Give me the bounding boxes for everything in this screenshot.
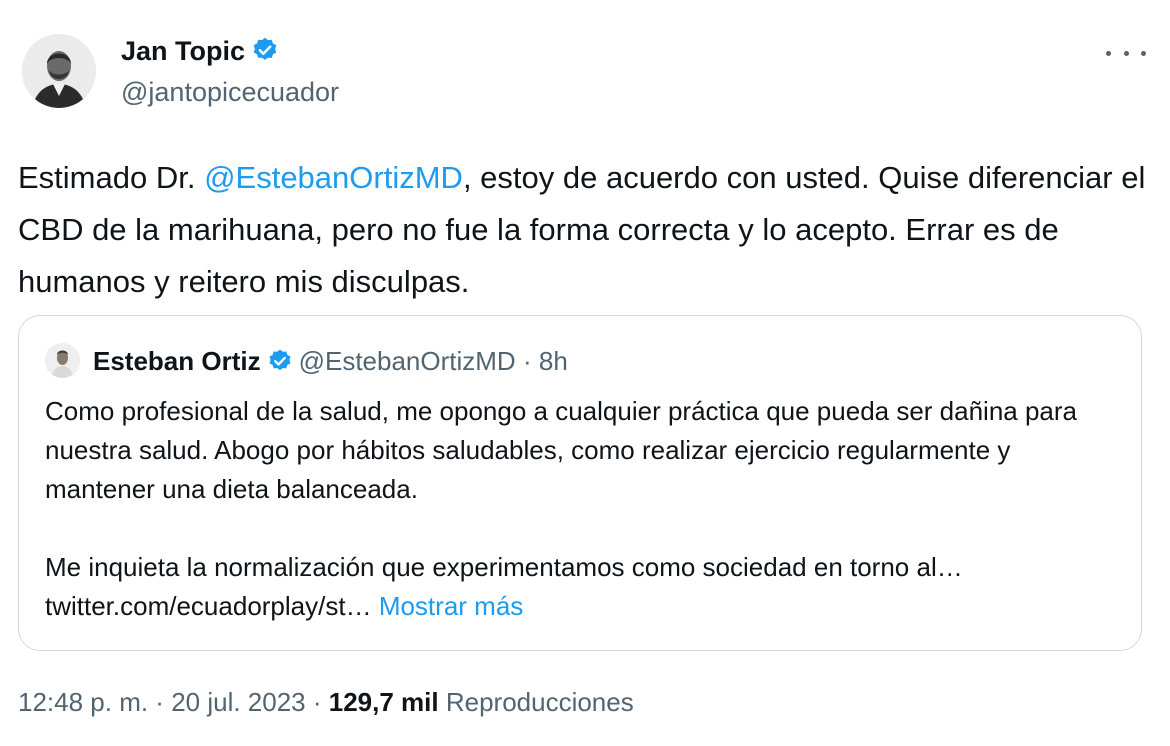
author-handle[interactable]: @jantopicecuador (121, 75, 339, 109)
verified-badge-icon (251, 36, 279, 64)
quote-author-handle[interactable]: @EstebanOrtizMD (299, 346, 516, 376)
quote-paragraph-1: Como profesional de la salud, me opongo … (45, 396, 1078, 504)
views-label: Reproducciones (438, 687, 634, 717)
tweet-date[interactable]: 20 jul. 2023 (171, 687, 305, 717)
quote-author-name[interactable]: Esteban Ortiz (93, 346, 261, 376)
verified-badge-icon (267, 347, 293, 373)
views-count: 129,7 mil (328, 687, 439, 717)
author-avatar[interactable] (22, 34, 96, 108)
quoted-tweet[interactable]: Esteban Ortiz @EstebanOrtizMD · 8h Como p… (18, 315, 1142, 651)
quote-separator: · (522, 346, 532, 376)
tweet-time[interactable]: 12:48 p. m. (18, 687, 148, 717)
quote-paragraph-2-row: Me inquieta la normalización que experim… (45, 548, 1115, 626)
show-more-link[interactable]: Mostrar más (379, 591, 523, 621)
meta-separator-1: · (148, 687, 172, 717)
mention-link[interactable]: @EstebanOrtizMD (204, 160, 463, 195)
quote-avatar[interactable] (45, 343, 80, 378)
quote-header: Esteban Ortiz @EstebanOrtizMD · 8h (93, 343, 568, 379)
tweet-text: Estimado Dr. @EstebanOrtizMD, estoy de a… (18, 152, 1148, 308)
tweet-meta: 12:48 p. m. · 20 jul. 2023 · 129,7 mil R… (18, 684, 634, 720)
quote-timestamp[interactable]: 8h (539, 346, 568, 376)
author-name[interactable]: Jan Topic (121, 36, 245, 66)
more-options-icon[interactable] (1106, 36, 1146, 70)
author-name-row[interactable]: Jan Topic (121, 34, 279, 68)
tweet-text-prefix: Estimado Dr. (18, 160, 205, 195)
quote-text: Como profesional de la salud, me opongo … (45, 392, 1115, 626)
tweet-card: Jan Topic @jantopicecuador Estimado Dr. … (0, 0, 1170, 746)
meta-separator-2: · (305, 687, 329, 717)
